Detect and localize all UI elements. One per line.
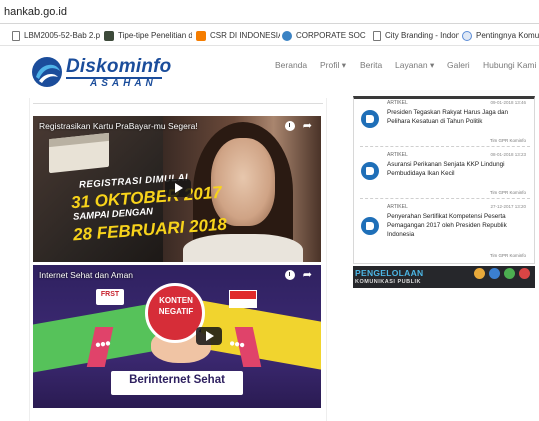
- logo-subtitle: ASAHAN: [90, 78, 157, 89]
- bookmark-item[interactable]: Tipe-tipe Penelitian d: [104, 29, 192, 42]
- logo-name-a: Disko: [66, 56, 119, 77]
- nav-hubungi-kami[interactable]: Hubungi Kami: [483, 60, 536, 74]
- share-icon[interactable]: ➦: [303, 268, 312, 281]
- book-icon: [361, 217, 379, 235]
- bookmark-label: CORPORATE SOCIAL: [296, 31, 366, 40]
- article-title[interactable]: Penyerahan Sertifikat Kompetensi Peserta…: [387, 212, 525, 239]
- nav-layanan[interactable]: Layanan ▾: [395, 60, 434, 74]
- bookmark-label: CSR DI INDONESIA S: [210, 31, 280, 40]
- service-icon[interactable]: [504, 268, 515, 279]
- badge-line-1: KONTEN: [159, 296, 193, 305]
- share-icon[interactable]: ➦: [303, 119, 312, 132]
- page-icon: [373, 30, 381, 41]
- play-button[interactable]: [196, 327, 222, 345]
- logo-swirl-icon: [32, 57, 62, 87]
- bookmark-item[interactable]: CSR DI INDONESIA S: [196, 29, 280, 42]
- logo-name-b: minfo: [118, 56, 172, 77]
- bookmark-item[interactable]: City Branding - Indon: [373, 29, 459, 42]
- service-icon[interactable]: [489, 268, 500, 279]
- page-icon: [12, 30, 20, 41]
- article-author: Tim GPR Kominfo: [489, 190, 526, 195]
- nav-berita[interactable]: Berita: [360, 60, 382, 74]
- globe-icon: [282, 30, 292, 41]
- article-kind: ARTIKEL: [387, 152, 408, 158]
- article-author: Tim GPR Kominfo: [489, 138, 526, 143]
- article-author: Tim GPR Kominfo: [489, 253, 526, 258]
- article-item[interactable]: ARTIKEL 08-01-2018 13:23 Asuransi Perika…: [360, 149, 530, 199]
- decor-dots: ●●●: [228, 338, 245, 351]
- nav-galeri[interactable]: Galeri: [447, 60, 470, 74]
- video-title[interactable]: Internet Sehat dan Aman: [39, 270, 133, 280]
- konten-negatif-text: KONTEN NEGATIF: [147, 295, 205, 317]
- article-title[interactable]: Asuransi Perikanan Senjata KKP Lindungi …: [387, 160, 525, 178]
- thumbnail-person-shirt: [183, 234, 303, 262]
- badge-line-2: NEGATIF: [158, 307, 194, 316]
- banner-subtitle: KOMUNIKASI PUBLIK: [355, 279, 421, 285]
- logo-wordmark: Diskominfo: [66, 56, 171, 78]
- video-player-internet-sehat[interactable]: ●●● ●●● FRST KONTEN NEGATIF Berinternet S…: [33, 265, 321, 408]
- play-button[interactable]: [165, 179, 191, 197]
- article-date: 08-01-2018 13:23: [490, 152, 526, 157]
- blogger-icon: [196, 30, 206, 41]
- bookmark-label: City Branding - Indon: [385, 31, 459, 40]
- book-icon: [361, 162, 379, 180]
- article-title[interactable]: Presiden Tegaskan Rakyat Harus Jaga dan …: [387, 108, 525, 126]
- image-icon: [104, 30, 114, 41]
- ribbon-text: Berinternet Sehat: [129, 374, 225, 386]
- service-icon[interactable]: [474, 268, 485, 279]
- article-kind: ARTIKEL: [387, 204, 408, 210]
- site-logo[interactable]: Diskominfo ASAHAN: [30, 55, 171, 95]
- bookmark-item[interactable]: CORPORATE SOCIAL: [282, 29, 366, 42]
- nav-profil[interactable]: Profil ▾: [320, 60, 346, 74]
- service-icon[interactable]: [519, 268, 530, 279]
- article-date: 09-01-2018 13:46: [490, 100, 526, 105]
- bookmark-label: Pentingnya Komuni: [476, 31, 539, 40]
- url-text[interactable]: hankab.go.id: [4, 6, 67, 18]
- article-date: 27-12-2017 13:20: [490, 204, 526, 209]
- circle-icon: [462, 30, 472, 41]
- bookmark-item[interactable]: Pentingnya Komuni: [462, 29, 539, 42]
- video-title[interactable]: Registrasikan Kartu PraBayar-mu Segera!: [39, 121, 198, 131]
- article-item[interactable]: ARTIKEL 27-12-2017 13:20 Penyerahan Sert…: [360, 201, 530, 261]
- decor-dots: ●●●: [94, 338, 111, 351]
- nav-beranda[interactable]: Beranda: [275, 60, 307, 74]
- indonesia-flag-icon: [229, 290, 257, 308]
- calendar-graphic: [49, 132, 109, 174]
- article-item[interactable]: ARTIKEL 09-01-2018 13:46 Presiden Tegask…: [360, 97, 530, 147]
- bookmarks-bar: LBM2005-52-Bab 2.p Tipe-tipe Penelitian …: [0, 24, 539, 46]
- banner-title: PENGELOLAAN: [355, 268, 424, 278]
- book-icon: [361, 110, 379, 128]
- frst-text: FRST: [100, 291, 120, 298]
- bookmark-label: LBM2005-52-Bab 2.p: [24, 31, 100, 40]
- frst-logo: FRST: [96, 289, 124, 305]
- watch-later-icon[interactable]: [285, 270, 295, 280]
- bookmark-label: Tipe-tipe Penelitian d: [118, 31, 192, 40]
- address-bar[interactable]: hankab.go.id: [0, 0, 539, 24]
- bookmark-item[interactable]: LBM2005-52-Bab 2.p: [12, 29, 100, 42]
- watch-later-icon[interactable]: [285, 121, 295, 131]
- content-divider: [33, 103, 323, 104]
- article-kind: ARTIKEL: [387, 100, 408, 106]
